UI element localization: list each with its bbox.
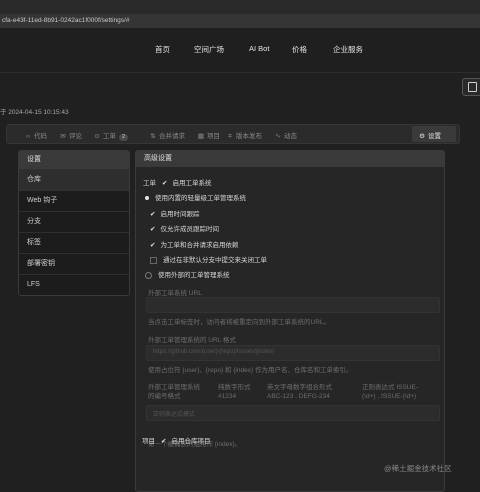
nav-home[interactable]: 首页 — [155, 44, 170, 55]
radio-empty-icon — [145, 271, 152, 279]
issue-icon: ⊙ — [94, 133, 100, 140]
edit-button[interactable] — [462, 78, 480, 96]
radio-selected-icon — [145, 196, 149, 201]
style-regex-option[interactable]: 正则表达式 ISSUE- (\d+) , ISSUE-(\d+) — [362, 383, 418, 401]
nav-space-plaza[interactable]: 空间广场 — [194, 44, 224, 55]
sidebar-title: 设置 — [19, 151, 129, 169]
project-icon: ▦ — [197, 133, 205, 140]
issues-section-label: 工单 — [143, 180, 156, 187]
sidebar-item-branches[interactable]: 分支 — [19, 211, 129, 232]
checkbox-empty-icon — [150, 256, 157, 264]
enable-timetracker-checkbox[interactable]: ✔ 启用时间跟踪 — [150, 208, 199, 218]
watermark: @稀土掘金技术社区 — [384, 464, 452, 473]
code-icon: ‹› — [25, 133, 31, 140]
close-issues-via-commit-checkbox[interactable]: 通过在非默认分支中提交来关闭工单 — [150, 254, 267, 264]
sidebar-item-lfs[interactable]: LFS — [19, 274, 129, 295]
tab-comments[interactable]: ✉ 评论 — [59, 130, 82, 140]
ext-format-help: 使用占位符 {user}、{repo} 和 {index} 作为用户名、仓库名和… — [148, 367, 353, 374]
top-navbar: 首页 空间广场 AI Bot 价格 企业服务 — [0, 28, 480, 73]
edit-icon — [468, 82, 477, 92]
check-icon: ✔ — [161, 438, 167, 445]
style-numeric-option[interactable]: 纯数字形式 #1234 — [218, 383, 251, 401]
comment-icon: ✉ — [60, 133, 66, 140]
internal-tracker-radio[interactable]: 使用内置的轻量级工单管理系统 — [145, 192, 246, 202]
pull-request-icon: ⇅ — [150, 133, 156, 140]
regex-pattern-input[interactable]: 正则表达式模式 — [146, 405, 440, 421]
tab-settings[interactable]: ⚙ 设置 — [412, 126, 456, 142]
style-alphanumeric-option[interactable]: 英文字母数字组合形式 ABC-123 , DEFG-234 — [267, 383, 332, 401]
check-icon: ✔ — [150, 226, 156, 233]
check-icon: ✔ — [162, 180, 168, 187]
external-tracker-radio[interactable]: 使用外部的工单管理系统 — [145, 269, 230, 279]
sidebar-item-webhooks[interactable]: Web 钩子 — [19, 190, 129, 211]
sidebar-item-tags[interactable]: 标签 — [19, 232, 129, 253]
ext-url-input[interactable] — [146, 297, 440, 313]
settings-sidebar: 设置 仓库 Web 钩子 分支 标签 部署密钥 LFS — [18, 150, 130, 296]
ext-url-label: 外部工单系统 URL — [148, 290, 202, 297]
enable-projects-checkbox[interactable]: ✔ 启用仓库项目 — [161, 435, 210, 445]
address-bar[interactable]: cfa-e43f-11ed-8b91-0242ac1f000f/settings… — [0, 14, 480, 28]
only-contributors-checkbox[interactable]: ✔ 仅允许成员跟踪时间 — [150, 223, 219, 233]
enable-issues-checkbox[interactable]: ✔ 启用工单系统 — [162, 177, 211, 187]
tag-icon: ⌗ — [228, 133, 232, 140]
tab-issues[interactable]: ⊙ 工单 2 — [93, 130, 129, 141]
projects-section-label: 项目 — [142, 438, 155, 445]
gear-icon: ⚙ — [419, 133, 425, 140]
ext-format-input[interactable]: https://github.com/{user}/{repo}/issues/… — [146, 345, 440, 361]
regex-pattern-placeholder: 正则表达式模式 — [153, 412, 196, 418]
sidebar-item-deploy-keys[interactable]: 部署密钥 — [19, 253, 129, 274]
sidebar-item-repository[interactable]: 仓库 — [19, 169, 129, 190]
tab-activity[interactable]: ∿ 动态 — [274, 130, 297, 140]
ext-format-placeholder: https://github.com/{user}/{repo}/issues/… — [153, 349, 275, 355]
tab-releases[interactable]: ⌗ 版本发布 — [226, 130, 262, 141]
nav-ai-bot[interactable]: AI Bot — [249, 44, 269, 53]
nav-pricing[interactable]: 价格 — [292, 44, 307, 55]
panel-title: 高级设置 — [136, 151, 444, 167]
ext-format-label: 外部工单管理系统的 URL 格式 — [148, 337, 236, 344]
ext-url-help: 当点击工单标签时，访问者将被重定向到外部工单系统的URL。 — [148, 319, 331, 326]
pulse-icon: ∿ — [275, 133, 281, 140]
style-label: 外部工单管理系统的编号格式 — [148, 384, 200, 400]
tab-code[interactable]: ‹› 代码 — [24, 130, 47, 140]
repo-tabs: ‹› 代码 ✉ 评论 ⊙ 工单 2 ⇅ 合并请求 ▦ 项目 ⌗ 版本发布 ∿ 动态 ⚙ 设置 — [6, 124, 460, 144]
enable-dependencies-checkbox[interactable]: ✔ 为工单和合并请求启用依赖 — [150, 239, 238, 249]
address-text: cfa-e43f-11ed-8b91-0242ac1f000f/settings… — [2, 17, 130, 24]
repo-meta-time: 于 2024-04-15 10:15:43 — [0, 109, 69, 116]
issue-count-badge: 2 — [119, 134, 129, 141]
tab-pull-requests[interactable]: ⇅ 合并请求 — [149, 130, 185, 140]
browser-chrome: cfa-e43f-11ed-8b91-0242ac1f000f/settings… — [0, 0, 480, 29]
nav-enterprise[interactable]: 企业服务 — [333, 44, 363, 55]
tab-projects[interactable]: ▦ 项目 — [197, 130, 220, 140]
check-icon: ✔ — [150, 242, 156, 249]
check-icon: ✔ — [150, 211, 156, 218]
